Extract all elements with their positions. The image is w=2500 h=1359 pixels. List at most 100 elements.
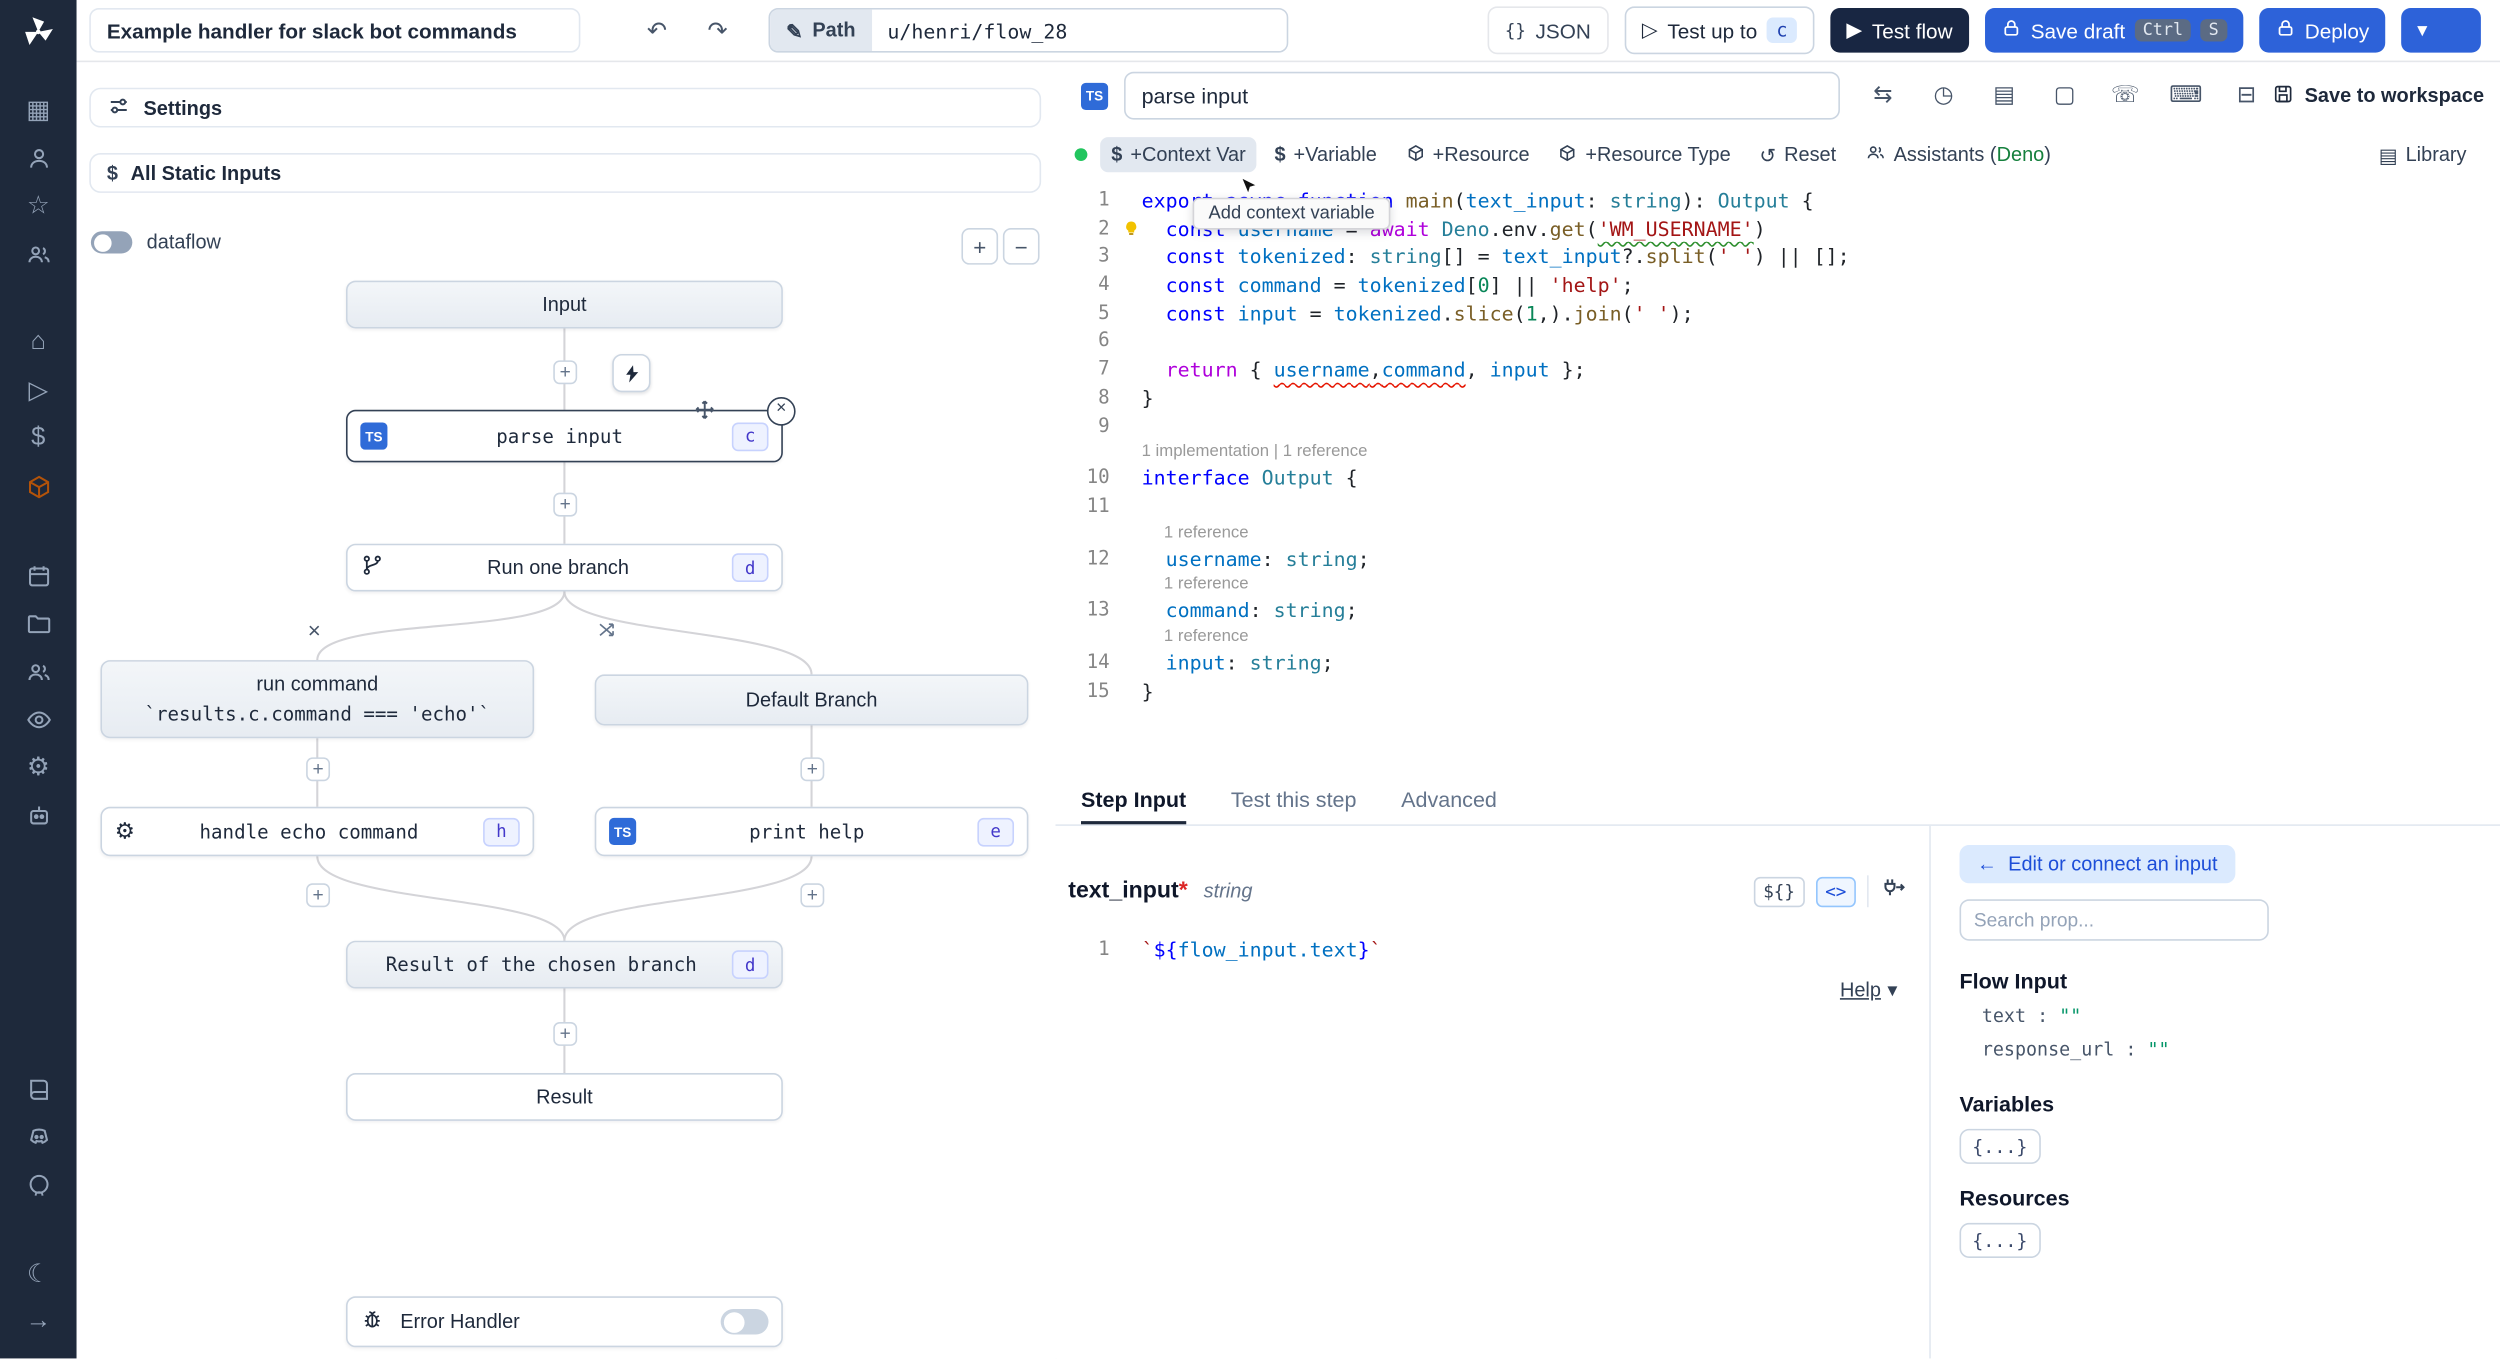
prop-search-input[interactable] xyxy=(1959,899,2269,941)
error-handler-toggle[interactable] xyxy=(720,1309,769,1335)
expand-sidebar-icon[interactable]: → xyxy=(0,1298,77,1346)
trigger-bolt-button[interactable] xyxy=(612,353,651,393)
swap-branches-icon[interactable] xyxy=(596,619,618,649)
theme-toggle-icon[interactable]: ☾ xyxy=(0,1250,77,1298)
library-icon[interactable]: ▤ xyxy=(1983,75,2024,116)
save-draft-button[interactable]: Save draft Ctrl S xyxy=(1984,7,2243,53)
resources-icon[interactable] xyxy=(0,462,77,510)
assistants-button[interactable]: Assistants (Deno) xyxy=(1854,136,2062,174)
add-step-button[interactable]: + xyxy=(306,883,331,908)
node-error-handler[interactable]: Error Handler xyxy=(345,1296,783,1348)
codelens-text[interactable]: 1 reference xyxy=(1142,521,1249,545)
template-mode-toggle[interactable]: ${} xyxy=(1753,876,1805,907)
node-handle-echo-command[interactable]: ⚙ handle echo command h xyxy=(100,806,535,857)
code-text: } xyxy=(1141,678,1154,703)
path-group[interactable]: ✎ Path u/henri/flow_28 xyxy=(768,7,1288,53)
dataflow-toggle[interactable] xyxy=(90,231,133,254)
json-button[interactable]: {} JSON xyxy=(1487,6,1609,55)
move-step-icon[interactable] xyxy=(692,397,718,430)
discord-icon[interactable] xyxy=(0,1113,77,1161)
variables-expand-button[interactable]: {...} xyxy=(1959,1128,2041,1164)
code-editor[interactable]: 1export async function main(text_input: … xyxy=(1055,179,2500,780)
docs-icon[interactable] xyxy=(0,1065,77,1113)
test-flow-button[interactable]: ▶ Test flow xyxy=(1830,7,1969,53)
add-step-button[interactable]: + xyxy=(800,883,825,908)
path-value[interactable]: u/henri/flow_28 xyxy=(871,9,1287,52)
audit-logs-icon[interactable] xyxy=(0,695,77,743)
zoom-out-button[interactable]: − xyxy=(1002,227,1040,265)
redo-button[interactable]: ↷ xyxy=(698,11,736,49)
help-link[interactable]: Help ▾ xyxy=(1840,977,1897,1001)
save-to-workspace-button[interactable]: Save to workspace xyxy=(2273,82,2484,109)
add-resource-button[interactable]: +Resource xyxy=(1394,136,1540,173)
flow-static-inputs-row[interactable]: $ All Static Inputs xyxy=(89,153,1042,193)
github-icon[interactable] xyxy=(0,1161,77,1209)
add-context-var-button[interactable]: $ +Context Var xyxy=(1100,137,1257,173)
schedules-icon[interactable] xyxy=(0,552,77,600)
favorites-icon[interactable]: ☆ xyxy=(0,182,77,230)
library-button[interactable]: ▤ Library xyxy=(2368,136,2478,173)
code-text: `${flow_input.text}` xyxy=(1141,937,1382,962)
undo-button[interactable]: ↶ xyxy=(638,11,676,49)
flow-canvas[interactable]: Settings $ All Static Inputs dataflow + … xyxy=(76,60,1058,1359)
node-branch-run-command[interactable]: run command `results.c.command === 'echo… xyxy=(100,660,535,739)
add-step-button[interactable]: + xyxy=(553,360,578,385)
window-icon[interactable]: ▢ xyxy=(2044,75,2085,116)
tab-step-input[interactable]: Step Input xyxy=(1081,788,1187,825)
test-up-to-button[interactable]: ▷ Test up to c xyxy=(1624,6,1815,55)
flow-title-input[interactable]: Example handler for slack bot commands xyxy=(89,7,581,53)
deploy-button[interactable]: Deploy xyxy=(2258,7,2386,53)
step-name-input[interactable] xyxy=(1124,71,1840,120)
add-variable-button[interactable]: $ +Variable xyxy=(1263,137,1388,172)
zoom-in-button[interactable]: + xyxy=(961,227,999,265)
variables-icon[interactable]: $ xyxy=(0,415,77,463)
codelens-text[interactable]: 1 reference xyxy=(1142,573,1249,597)
remove-step-button[interactable]: × xyxy=(766,397,796,426)
codelens-line: 1 reference xyxy=(1055,521,2500,545)
node-input[interactable]: Input xyxy=(345,280,783,329)
lightbulb-icon[interactable] xyxy=(1119,215,1141,243)
windmill-logo[interactable] xyxy=(21,0,56,64)
code-mode-toggle[interactable]: <> xyxy=(1815,876,1856,907)
phone-icon[interactable]: ☏ xyxy=(2105,75,2146,116)
tab-test-this-step[interactable]: Test this step xyxy=(1231,788,1357,825)
add-step-button[interactable]: + xyxy=(553,1022,578,1046)
prop-row-text[interactable]: text : "" xyxy=(1982,1004,2500,1026)
home-icon[interactable]: ⌂ xyxy=(0,319,77,367)
groups-icon[interactable] xyxy=(0,230,77,278)
add-step-button[interactable]: + xyxy=(306,757,331,782)
worker-groups-icon[interactable] xyxy=(0,791,77,839)
resources-expand-button[interactable]: {...} xyxy=(1959,1222,2041,1258)
user-icon[interactable] xyxy=(0,134,77,182)
add-step-button[interactable]: + xyxy=(800,757,825,782)
tab-advanced[interactable]: Advanced xyxy=(1401,788,1497,825)
history-icon[interactable]: ⊟ xyxy=(2226,75,2267,116)
reset-button[interactable]: ↺ Reset xyxy=(1748,136,1847,173)
runs-icon[interactable]: ▷ xyxy=(0,367,77,415)
flow-settings-row[interactable]: Settings xyxy=(89,87,1042,128)
arg-expression-editor[interactable]: 1 `${flow_input.text}` xyxy=(1055,936,1906,964)
node-branch-result[interactable]: Result of the chosen branch d xyxy=(345,940,783,989)
node-print-help[interactable]: TS print help e xyxy=(594,806,1029,857)
codelens-text[interactable]: 1 reference xyxy=(1142,625,1249,649)
metrics-icon[interactable]: ◷ xyxy=(1923,75,1964,116)
remove-branch-button[interactable]: × xyxy=(308,617,321,643)
node-run-one-branch[interactable]: Run one branch d xyxy=(345,543,783,592)
path-button[interactable]: ✎ Path xyxy=(770,9,872,52)
prop-row-response-url[interactable]: response_url : "" xyxy=(1982,1038,2500,1060)
edit-or-connect-button[interactable]: ← Edit or connect an input xyxy=(1959,845,2236,884)
format-icon[interactable]: ⇆ xyxy=(1862,75,1903,116)
workers-icon[interactable] xyxy=(0,647,77,695)
node-default-branch[interactable]: Default Branch xyxy=(594,674,1029,726)
add-resource-type-button[interactable]: +Resource Type xyxy=(1547,136,1742,173)
deploy-dropdown-button[interactable]: ▾ xyxy=(2401,7,2481,53)
node-result[interactable]: Result xyxy=(345,1073,783,1121)
dashboard-icon[interactable]: ▦ xyxy=(0,86,77,134)
folders-icon[interactable] xyxy=(0,599,77,647)
keyboard-icon[interactable]: ⌨ xyxy=(2165,75,2206,116)
settings-icon[interactable]: ⚙ xyxy=(0,743,77,791)
add-step-button[interactable]: + xyxy=(553,492,578,517)
connect-input-icon[interactable] xyxy=(1880,874,1907,909)
codelens-text[interactable]: 1 implementation | 1 reference xyxy=(1142,440,1368,464)
flow-input-title: Flow Input xyxy=(1959,969,2068,994)
